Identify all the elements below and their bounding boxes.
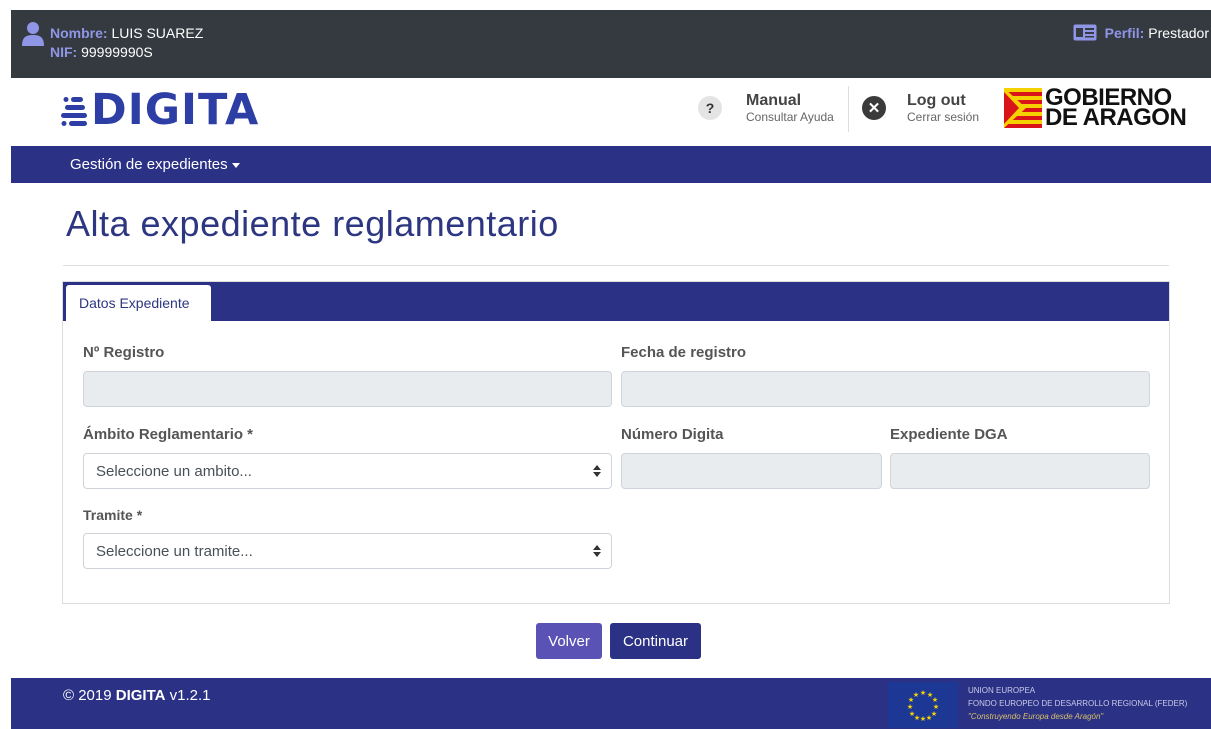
eu-line2: FONDO EUROPEO DE DESARROLLO REGIONAL (FE… <box>968 699 1188 708</box>
main-nav: Gestión de expedientes <box>11 146 1211 183</box>
svg-text:★: ★ <box>926 714 932 722</box>
copyright-prefix: © 2019 <box>63 687 112 704</box>
logout-button[interactable]: ✕ Log out Cerrar sesión <box>862 92 979 124</box>
tab-datos-expediente[interactable]: Datos Expediente <box>66 285 211 322</box>
nif-value: 99999990S <box>81 44 153 60</box>
name-label: Nombre: <box>50 25 108 41</box>
nav-gestion-expedientes[interactable]: Gestión de expedientes <box>70 156 240 173</box>
numero-digita-label: Número Digita <box>621 426 724 443</box>
manual-subtitle: Consultar Ayuda <box>746 110 834 124</box>
card-tabs: Datos Expediente <box>63 282 1169 322</box>
page: Nombre: LUIS SUAREZ NIF: 99999990S Perfi… <box>0 0 1211 729</box>
copyright: © 2019 DIGITA v1.2.1 <box>63 687 211 704</box>
continue-button[interactable]: Continuar <box>610 623 701 659</box>
ambito-label: Ámbito Reglamentario * <box>83 426 254 443</box>
nav-gestion-label: Gestión de expedientes <box>70 156 228 173</box>
logout-title: Log out <box>907 92 966 109</box>
gobierno-aragon-logo[interactable]: GOBIERNO DE ARAGON <box>1004 86 1187 131</box>
help-icon: ? <box>698 96 722 120</box>
svg-text:★: ★ <box>920 715 926 723</box>
speed-lines-icon <box>61 96 87 126</box>
select-arrows-icon <box>593 545 601 557</box>
tramite-label: Tramite * <box>83 507 143 523</box>
page-title: Alta expediente reglamentario <box>66 203 559 244</box>
footer-brand: DIGITA <box>115 687 166 704</box>
fecha-label: Fecha de registro <box>621 344 747 361</box>
registro-label: Nº Registro <box>83 344 165 361</box>
nif-label: NIF: <box>50 44 78 60</box>
ambito-selected: Seleccione un ambito... <box>96 463 252 480</box>
form-card: Datos Expediente Nº Registro Fecha de re… <box>62 281 1170 604</box>
manual-title: Manual <box>746 92 802 109</box>
name-value: LUIS SUAREZ <box>111 25 204 41</box>
feder-text: UNION EUROPEA FONDO EUROPEO DE DESARROLL… <box>968 684 1187 723</box>
numero-digita-field[interactable] <box>621 453 882 489</box>
header-divider <box>848 86 849 132</box>
expediente-dga-label: Expediente DGA <box>890 426 1008 443</box>
svg-text:★: ★ <box>920 689 926 697</box>
eu-line3: "Construyendo Europa desde Aragón" <box>968 712 1104 721</box>
eu-flag-icon: ★ ★ ★ ★ ★ ★ ★ ★ ★ ★ ★ ★ <box>888 682 958 728</box>
close-icon: ✕ <box>862 96 886 120</box>
profile-info[interactable]: Perfil: Prestador <box>1073 24 1209 41</box>
tramite-select[interactable]: Seleccione un tramite... <box>83 533 612 569</box>
user-info: Nombre: LUIS SUAREZ NIF: 99999990S <box>50 24 203 62</box>
footer: © 2019 DIGITA v1.2.1 ★ ★ ★ ★ ★ ★ ★ ★ ★ ★… <box>11 678 1211 729</box>
logo-text: DIGITA <box>91 85 260 135</box>
svg-text:★: ★ <box>909 710 915 718</box>
back-button[interactable]: Volver <box>536 623 602 659</box>
logout-subtitle: Cerrar sesión <box>907 110 980 124</box>
id-card-icon <box>1073 24 1097 41</box>
manual-button[interactable]: ? Manual Consultar Ayuda <box>698 92 834 124</box>
user-bar: Nombre: LUIS SUAREZ NIF: 99999990S Perfi… <box>11 10 1211 78</box>
svg-text:★: ★ <box>907 703 913 711</box>
digita-logo[interactable]: DIGITA <box>61 89 259 132</box>
title-divider <box>63 265 1169 266</box>
user-icon <box>22 22 44 46</box>
registro-field[interactable] <box>83 371 612 407</box>
eu-line1: UNION EUROPEA <box>968 686 1036 695</box>
ambito-select[interactable]: Seleccione un ambito... <box>83 453 612 489</box>
gov-line2: DE ARAGON <box>1045 104 1187 131</box>
tramite-selected: Seleccione un tramite... <box>96 543 253 560</box>
profile-label: Perfil: <box>1104 24 1145 41</box>
header: DIGITA ? Manual Consultar Ayuda ✕ Log ou… <box>11 78 1211 146</box>
profile-value: Prestador <box>1148 24 1209 41</box>
fecha-field[interactable] <box>621 371 1150 407</box>
caret-down-icon <box>231 162 240 168</box>
footer-version: v1.2.1 <box>169 687 211 704</box>
svg-text:★: ★ <box>913 691 919 699</box>
aragon-flag-icon <box>1004 88 1042 128</box>
select-arrows-icon <box>593 465 601 477</box>
gobierno-text: GOBIERNO DE ARAGON <box>1045 86 1187 131</box>
expediente-dga-field[interactable] <box>890 453 1150 489</box>
